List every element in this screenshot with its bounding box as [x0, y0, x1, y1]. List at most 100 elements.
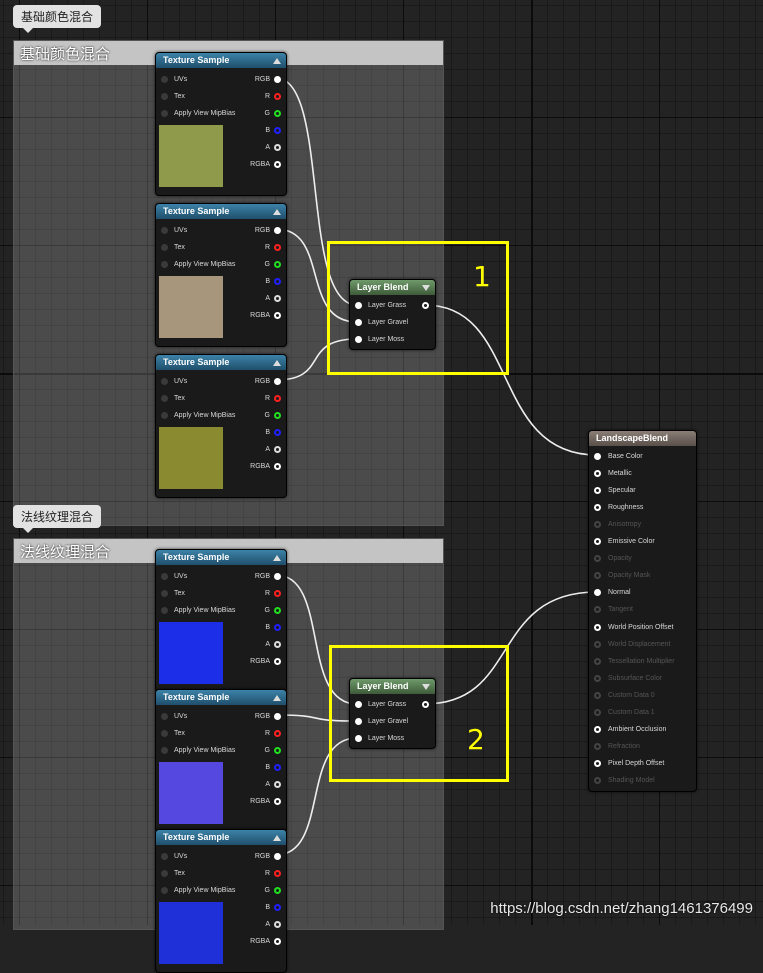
output-label: RGBA [250, 312, 270, 319]
node-header[interactable]: Texture Sample [156, 550, 286, 565]
output-pin[interactable] [274, 624, 281, 631]
input-pin[interactable] [161, 412, 168, 419]
input-pin[interactable] [161, 853, 168, 860]
output-pin[interactable] [274, 798, 281, 805]
input-pin[interactable] [161, 607, 168, 614]
output-label: A [265, 295, 270, 302]
output-pin[interactable] [274, 870, 281, 877]
output-pin[interactable] [274, 713, 281, 720]
output-pin[interactable] [274, 412, 281, 419]
output-pin[interactable] [274, 395, 281, 402]
output-pin[interactable] [274, 764, 281, 771]
input-pin[interactable] [161, 730, 168, 737]
output-label: RGB [254, 378, 270, 385]
collapse-arrow-icon[interactable] [273, 555, 281, 561]
output-pin[interactable] [274, 429, 281, 436]
input-pin[interactable] [594, 674, 601, 682]
output-pin[interactable] [274, 607, 281, 614]
output-pin[interactable] [274, 227, 281, 234]
output-pin[interactable] [274, 853, 281, 860]
output-pin[interactable] [274, 110, 281, 117]
collapse-arrow-icon[interactable] [273, 835, 281, 841]
node-header[interactable]: Texture Sample [156, 690, 286, 705]
output-pin[interactable] [274, 658, 281, 665]
collapse-arrow-icon[interactable] [273, 209, 281, 215]
input-pin[interactable] [594, 538, 601, 546]
input-pin[interactable] [161, 395, 168, 402]
input-pin[interactable] [594, 504, 601, 512]
output-label: B [265, 429, 270, 436]
input-pin[interactable] [594, 572, 601, 580]
node-header[interactable]: Texture Sample [156, 204, 286, 219]
input-pin[interactable] [161, 227, 168, 234]
input-pin[interactable] [161, 261, 168, 268]
collapse-arrow-icon[interactable] [273, 360, 281, 366]
input-pin[interactable] [161, 93, 168, 100]
output-pin[interactable] [274, 781, 281, 788]
output-pin[interactable] [274, 144, 281, 151]
node-header[interactable]: Texture Sample [156, 830, 286, 845]
texture-sample-node-5[interactable]: Texture Sample UVs Tex Apply View MipBias RG… [155, 689, 287, 833]
output-pin[interactable] [274, 730, 281, 737]
input-pin[interactable] [594, 759, 601, 767]
texture-sample-node-4[interactable]: Texture Sample UVs Tex Apply View MipBias RG… [155, 549, 287, 693]
input-pin[interactable] [594, 623, 601, 631]
output-pin[interactable] [274, 93, 281, 100]
input-pin[interactable] [594, 640, 601, 648]
landscape-blend-result-node[interactable]: LandscapeBlend Base Color Metallic Specula… [588, 430, 697, 792]
input-pin[interactable] [594, 589, 601, 597]
node-header[interactable]: Texture Sample [156, 355, 286, 370]
input-pin[interactable] [594, 453, 601, 460]
input-pin[interactable] [161, 713, 168, 720]
node-header[interactable]: Texture Sample [156, 53, 286, 68]
node-header[interactable]: LandscapeBlend [589, 431, 696, 446]
output-pin[interactable] [274, 887, 281, 894]
input-pin[interactable] [161, 573, 168, 580]
output-pin[interactable] [274, 127, 281, 134]
collapse-arrow-icon[interactable] [273, 58, 281, 64]
input-pin[interactable] [594, 708, 601, 716]
input-pin[interactable] [161, 590, 168, 597]
input-pin[interactable] [161, 244, 168, 251]
output-pin[interactable] [274, 161, 281, 168]
output-pin[interactable] [274, 590, 281, 597]
input-pin[interactable] [161, 378, 168, 385]
output-pin[interactable] [274, 295, 281, 302]
output-pin[interactable] [274, 446, 281, 453]
input-pin[interactable] [161, 76, 168, 83]
output-pin[interactable] [274, 938, 281, 945]
output-pin[interactable] [274, 378, 281, 385]
input-pin[interactable] [594, 657, 601, 665]
output-pin[interactable] [274, 747, 281, 754]
texture-sample-node-3[interactable]: Texture Sample UVs Tex Apply View MipBias RG… [155, 354, 287, 498]
input-pin[interactable] [594, 555, 601, 563]
input-label: Apply View MipBias [174, 110, 236, 117]
input-pin[interactable] [161, 887, 168, 894]
texture-sample-node-2[interactable]: Texture Sample UVs Tex Apply View MipBias RG… [155, 203, 287, 347]
input-pin[interactable] [594, 606, 601, 614]
input-pin[interactable] [594, 742, 601, 750]
output-pin[interactable] [274, 278, 281, 285]
output-pin[interactable] [274, 463, 281, 470]
output-pin[interactable] [274, 261, 281, 268]
output-pin[interactable] [274, 573, 281, 580]
input-pin[interactable] [594, 470, 601, 478]
output-pin[interactable] [274, 641, 281, 648]
texture-sample-node-6[interactable]: Texture Sample UVs Tex Apply View MipBias RG… [155, 829, 287, 973]
input-pin[interactable] [594, 487, 601, 495]
texture-sample-node-1[interactable]: Texture Sample UVs Tex Apply View MipBias RG… [155, 52, 287, 196]
output-pin[interactable] [274, 904, 281, 911]
output-pin[interactable] [274, 76, 281, 83]
collapse-arrow-icon[interactable] [273, 695, 281, 701]
input-pin[interactable] [594, 725, 601, 733]
input-pin[interactable] [161, 110, 168, 117]
input-pin[interactable] [161, 747, 168, 754]
input-pin[interactable] [161, 870, 168, 877]
output-label: B [265, 127, 270, 134]
output-pin[interactable] [274, 312, 281, 319]
input-pin[interactable] [594, 521, 601, 529]
input-label: Base Color [608, 453, 643, 460]
output-pin[interactable] [274, 244, 281, 251]
input-pin[interactable] [594, 691, 601, 699]
input-pin[interactable] [594, 776, 601, 784]
